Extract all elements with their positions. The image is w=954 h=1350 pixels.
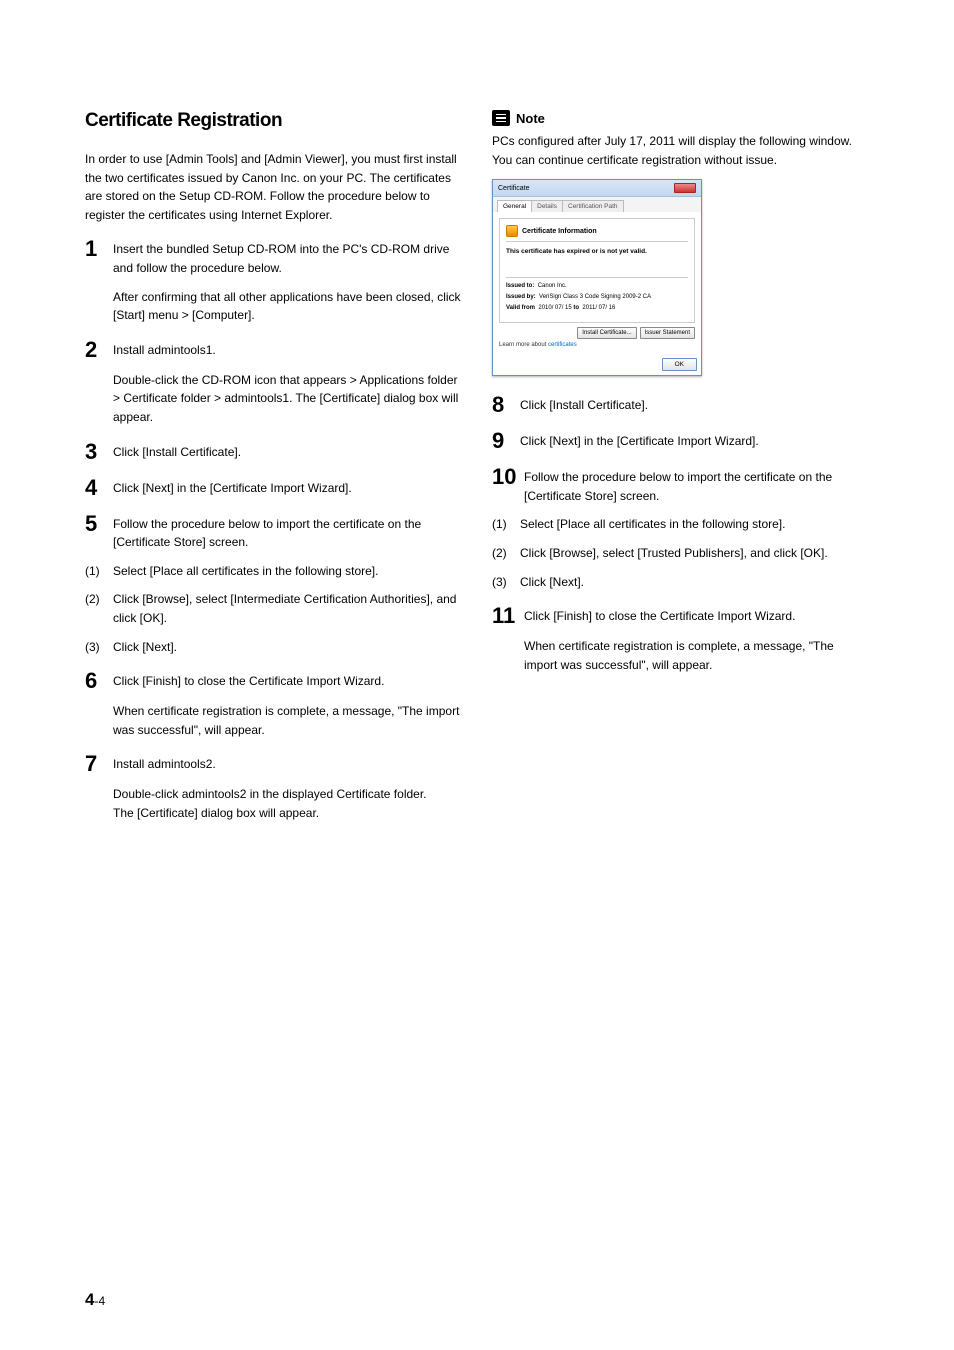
step-text: Click [Finish] to close the Certificate … — [524, 605, 869, 626]
step-5: 5 Follow the procedure below to import t… — [85, 513, 462, 552]
step-text: Click [Next] in the [Certificate Import … — [520, 430, 869, 451]
step-11: 11 Click [Finish] to close the Certifica… — [492, 605, 869, 627]
right-column: Note PCs configured after July 17, 2011 … — [492, 110, 869, 828]
step-7-sub: Double-click admintools2 in the displaye… — [113, 785, 462, 822]
subitem-2: (2) Click [Browse], select [Trusted Publ… — [492, 544, 869, 563]
dialog-title: Certificate — [498, 185, 530, 192]
certificate-icon — [506, 225, 518, 237]
certificate-message: This certificate has expired or is not y… — [506, 246, 688, 277]
tab-details[interactable]: Details — [531, 200, 563, 212]
close-icon[interactable] — [674, 183, 696, 193]
step-text: Click [Next] in the [Certificate Import … — [113, 477, 462, 498]
step-4: 4 Click [Next] in the [Certificate Impor… — [85, 477, 462, 499]
page-title: Certificate Registration — [85, 110, 462, 132]
step-9: 9 Click [Next] in the [Certificate Impor… — [492, 430, 869, 452]
install-certificate-button[interactable]: Install Certificate... — [577, 327, 636, 339]
step-10: 10 Follow the procedure below to import … — [492, 466, 869, 505]
subitem-3: (3) Click [Next]. — [85, 638, 462, 657]
step-text: Install admintools1. — [113, 339, 462, 360]
step-text: Follow the procedure below to import the… — [113, 513, 462, 552]
step-number: 1 — [85, 238, 113, 260]
certificate-dialog: Certificate General Details Certificatio… — [492, 179, 702, 376]
step-6: 6 Click [Finish] to close the Certificat… — [85, 670, 462, 692]
step-3: 3 Click [Install Certificate]. — [85, 441, 462, 463]
note-text: PCs configured after July 17, 2011 will … — [492, 132, 869, 169]
step-number: 8 — [492, 394, 520, 416]
ok-button[interactable]: OK — [662, 358, 697, 371]
step-text: Click [Install Certificate]. — [113, 441, 462, 462]
step-text: Follow the procedure below to import the… — [524, 466, 869, 505]
step-10-sublist: (1) Select [Place all certificates in th… — [492, 515, 869, 591]
issuer-statement-button[interactable]: Issuer Statement — [640, 327, 695, 339]
step-text: Install admintools2. — [113, 753, 462, 774]
step-1-sub: After confirming that all other applicat… — [113, 288, 462, 325]
dialog-tabs: General Details Certification Path — [493, 197, 701, 212]
note-label: Note — [516, 111, 545, 126]
step-11-sub: When certificate registration is complet… — [524, 637, 869, 674]
certificate-info-box: Certificate Information This certificate… — [499, 218, 695, 323]
learn-more-link: Learn more about certificates — [499, 342, 695, 348]
step-number: 11 — [492, 605, 524, 627]
step-6-sub: When certificate registration is complet… — [113, 702, 462, 739]
subitem-2: (2) Click [Browse], select [Intermediate… — [85, 590, 462, 627]
step-text: Insert the bundled Setup CD-ROM into the… — [113, 238, 462, 277]
subitem-1: (1) Select [Place all certificates in th… — [85, 562, 462, 581]
subitem-3: (3) Click [Next]. — [492, 573, 869, 592]
step-8: 8 Click [Install Certificate]. — [492, 394, 869, 416]
intro-text: In order to use [Admin Tools] and [Admin… — [85, 150, 462, 224]
step-number: 6 — [85, 670, 113, 692]
note-icon — [492, 110, 510, 126]
tab-certification-path[interactable]: Certification Path — [562, 200, 624, 212]
step-number: 3 — [85, 441, 113, 463]
page-footer: 4-4 — [85, 1290, 105, 1310]
step-5-sublist: (1) Select [Place all certificates in th… — [85, 562, 462, 656]
step-text: Click [Install Certificate]. — [520, 394, 869, 415]
step-number: 2 — [85, 339, 113, 361]
step-number: 7 — [85, 753, 113, 775]
left-column: Certificate Registration In order to use… — [85, 110, 462, 828]
step-text: Click [Finish] to close the Certificate … — [113, 670, 462, 691]
subitem-1: (1) Select [Place all certificates in th… — [492, 515, 869, 534]
dialog-titlebar: Certificate — [493, 180, 701, 197]
tab-general[interactable]: General — [497, 200, 532, 212]
step-2-sub: Double-click the CD-ROM icon that appear… — [113, 371, 462, 427]
step-7: 7 Install admintools2. — [85, 753, 462, 775]
step-number: 10 — [492, 466, 524, 488]
step-1: 1 Insert the bundled Setup CD-ROM into t… — [85, 238, 462, 277]
dialog-body: Certificate Information This certificate… — [493, 212, 701, 354]
step-number: 5 — [85, 513, 113, 535]
note-header: Note — [492, 110, 869, 126]
step-2: 2 Install admintools1. — [85, 339, 462, 361]
certificate-fields: Issued to: Canon Inc. Issued by: VeriSig… — [506, 277, 688, 311]
step-number: 9 — [492, 430, 520, 452]
certificate-info-title: Certificate Information — [522, 228, 597, 235]
step-number: 4 — [85, 477, 113, 499]
